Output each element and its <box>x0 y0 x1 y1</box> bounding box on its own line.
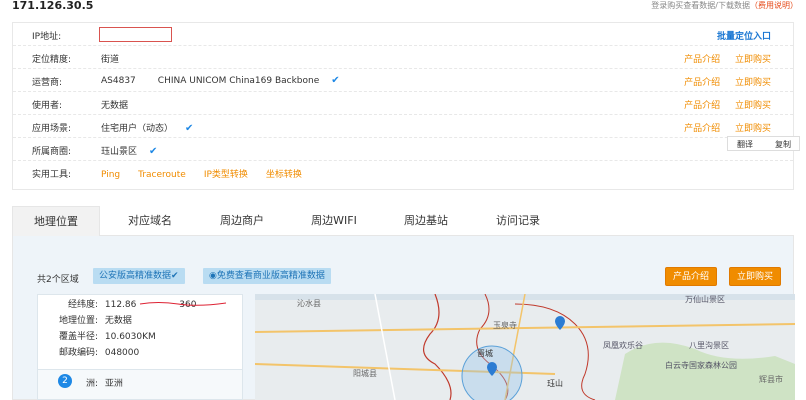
tab-nearby-stations[interactable]: 周边基站 <box>382 206 470 236</box>
product-intro-button[interactable]: 产品介绍 <box>665 267 718 286</box>
tab-bar: 地理位置 对应域名 周边商户 周边WIFI 周边基站 访问记录 <box>12 206 794 236</box>
buy-now-link[interactable]: 立即购买 <box>735 78 771 88</box>
buy-now-button[interactable]: 立即购买 <box>729 267 782 286</box>
fee-link[interactable]: （费用说明） <box>750 1 798 10</box>
police-data-tag[interactable]: 公安版高精准数据✔ <box>93 268 185 284</box>
radius-label: 覆盖半径: <box>58 332 98 342</box>
map-label-bahengshan: 八里沟景区 <box>689 340 729 350</box>
buy-now-link[interactable]: 立即购买 <box>735 124 771 134</box>
latlng-label: 经纬度: <box>67 300 98 310</box>
tool-ip-type-convert[interactable]: IP类型转换 <box>204 170 248 180</box>
scene-value: 住宅用户（动态） ✔ <box>101 121 193 134</box>
tool-traceroute[interactable]: Traceroute <box>138 170 186 180</box>
tab-geo-location[interactable]: 地理位置 <box>12 206 100 236</box>
isp-asn: AS4837 <box>101 76 136 86</box>
region-list: 经纬度: 112.86 360 地理位置: 无数据 覆盖半径: 10.6030K… <box>37 294 243 400</box>
map-label-fenghuang: 凤凰欢乐谷 <box>603 340 643 350</box>
product-intro-link[interactable]: 产品介绍 <box>684 55 720 65</box>
scene-text: 住宅用户（动态） <box>101 124 174 134</box>
map-label-huixian: 辉县市 <box>759 374 783 384</box>
tool-coordinate-convert[interactable]: 坐标转换 <box>266 170 302 180</box>
row-user-links: 产品介绍 立即购买 <box>672 98 771 111</box>
business-value: 珏山景区 ✔ <box>101 144 157 157</box>
check-icon: ✔ <box>331 75 340 86</box>
region-bar: 共2个区域 公安版高精准数据✔ ◉免费查看商业版高精准数据 产品介绍 立即购买 <box>13 236 793 292</box>
postcode-value: 048000 <box>104 348 140 358</box>
tab-nearby-wifi[interactable]: 周边WIFI <box>290 206 378 236</box>
translate-button[interactable]: 翻译 <box>737 139 753 150</box>
login-buy-note[interactable]: 登录购买查看数据/下载数据 <box>651 1 750 10</box>
row-scene: 应用场景: 住宅用户（动态） ✔ 产品介绍 立即购买 <box>13 115 793 138</box>
map-label-yangcheng: 阳城县 <box>353 369 377 378</box>
continent-label: 洲: <box>85 379 98 389</box>
tool-ping[interactable]: Ping <box>101 170 120 180</box>
tab-visit-records[interactable]: 访问记录 <box>474 206 562 236</box>
top-bar: 171.126.30.5 登录购买查看数据/下载数据（费用说明） <box>0 0 806 16</box>
isp-name: CHINA UNICOM China169 Backbone <box>157 76 320 86</box>
ip-input[interactable] <box>99 27 172 42</box>
precision-label: 定位精度: <box>32 55 72 65</box>
free-commercial-data-tag[interactable]: ◉免费查看商业版高精准数据 <box>203 268 331 284</box>
tools-label: 实用工具: <box>32 170 72 180</box>
row-tools: 实用工具: Ping Traceroute IP类型转换 坐标转换 <box>13 161 793 184</box>
row-scene-links: 产品介绍 立即购买 <box>672 121 771 134</box>
business-text: 珏山景区 <box>101 147 138 157</box>
check-icon: ✔ <box>149 146 158 157</box>
top-right-note: 登录购买查看数据/下载数据（费用说明） <box>651 0 798 11</box>
continent-value: 亚洲 <box>104 379 123 389</box>
map-label-jueshan: 珏山 <box>547 378 563 388</box>
list-item-2[interactable]: 2 洲: 亚洲 <box>38 369 242 399</box>
copy-button[interactable]: 复制 <box>775 139 791 150</box>
region-count: 共2个区域 <box>37 275 79 285</box>
ip-label: IP地址: <box>32 32 62 42</box>
translate-popup: 翻译 复制 <box>727 136 800 151</box>
tools-links: Ping Traceroute IP类型转换 坐标转换 <box>101 167 320 180</box>
isp-value: AS4837 CHINA UNICOM China169 Backbone ✔ <box>101 75 340 86</box>
buy-now-link[interactable]: 立即购买 <box>735 101 771 111</box>
batch-locate-link[interactable]: 批量定位入口 <box>717 32 771 42</box>
ip-title: 171.126.30.5 <box>12 0 94 12</box>
isp-label: 运营商: <box>32 78 63 88</box>
ip-info-panel: IP地址: 批量定位入口 定位精度: 街道 产品介绍 立即购买 运营商: AS4… <box>12 22 794 190</box>
product-intro-link[interactable]: 产品介绍 <box>684 78 720 88</box>
business-label: 所属商圈: <box>32 147 72 157</box>
row-business: 所属商圈: 珏山景区 ✔ <box>13 138 793 161</box>
geo-content: 共2个区域 公安版高精准数据✔ ◉免费查看商业版高精准数据 产品介绍 立即购买 … <box>12 236 795 400</box>
map-label-qinshui: 沁水县 <box>297 298 321 308</box>
tab-domains[interactable]: 对应域名 <box>106 206 194 236</box>
map-label-wanxian: 万仙山景区 <box>685 294 725 304</box>
map-label-yuquan: 玉泉寺 <box>493 320 517 330</box>
list-row-radius: 覆盖半径: 10.6030KM <box>46 329 156 342</box>
row-precision-links: 产品介绍 立即购买 <box>672 52 771 65</box>
list-row-location: 地理位置: 无数据 <box>46 313 132 326</box>
product-intro-link[interactable]: 产品介绍 <box>684 101 720 111</box>
list-row-continent: 洲: 亚洲 <box>46 376 123 389</box>
radius-value: 10.6030KM <box>104 332 156 342</box>
map-view[interactable]: 沁水县 阳城县 晋城 珏山 万仙山景区 八里沟景区 凤凰欢乐谷 白云寺国家森林公… <box>255 294 795 400</box>
list-row-postcode: 邮政编码: 048000 <box>46 345 139 358</box>
tab-nearby-merchants[interactable]: 周边商户 <box>198 206 286 236</box>
row-isp-links: 产品介绍 立即购买 <box>672 75 771 88</box>
postcode-label: 邮政编码: <box>58 348 98 358</box>
map-label-jincheng: 晋城 <box>477 349 493 358</box>
buy-now-link[interactable]: 立即购买 <box>735 55 771 65</box>
row-ip-links: 批量定位入口 <box>717 29 771 42</box>
scene-label: 应用场景: <box>32 124 72 134</box>
user-label: 使用者: <box>32 101 63 111</box>
location-value: 无数据 <box>104 316 132 326</box>
map-label-baiyun: 白云寺国家森林公园 <box>665 360 737 370</box>
user-value: 无数据 <box>101 101 129 111</box>
row-isp: 运营商: AS4837 CHINA UNICOM China169 Backbon… <box>13 69 793 92</box>
location-label: 地理位置: <box>58 316 98 326</box>
map-canvas: 沁水县 阳城县 晋城 珏山 万仙山景区 八里沟景区 凤凰欢乐谷 白云寺国家森林公… <box>255 294 795 400</box>
redaction-scribble <box>139 302 227 306</box>
precision-value: 街道 <box>101 55 120 65</box>
check-icon: ✔ <box>185 123 194 134</box>
row-user: 使用者: 无数据 产品介绍 立即购买 <box>13 92 793 115</box>
product-intro-link[interactable]: 产品介绍 <box>684 124 720 134</box>
row-precision: 定位精度: 街道 产品介绍 立即购买 <box>13 46 793 69</box>
row-ip: IP地址: 批量定位入口 <box>13 23 793 46</box>
